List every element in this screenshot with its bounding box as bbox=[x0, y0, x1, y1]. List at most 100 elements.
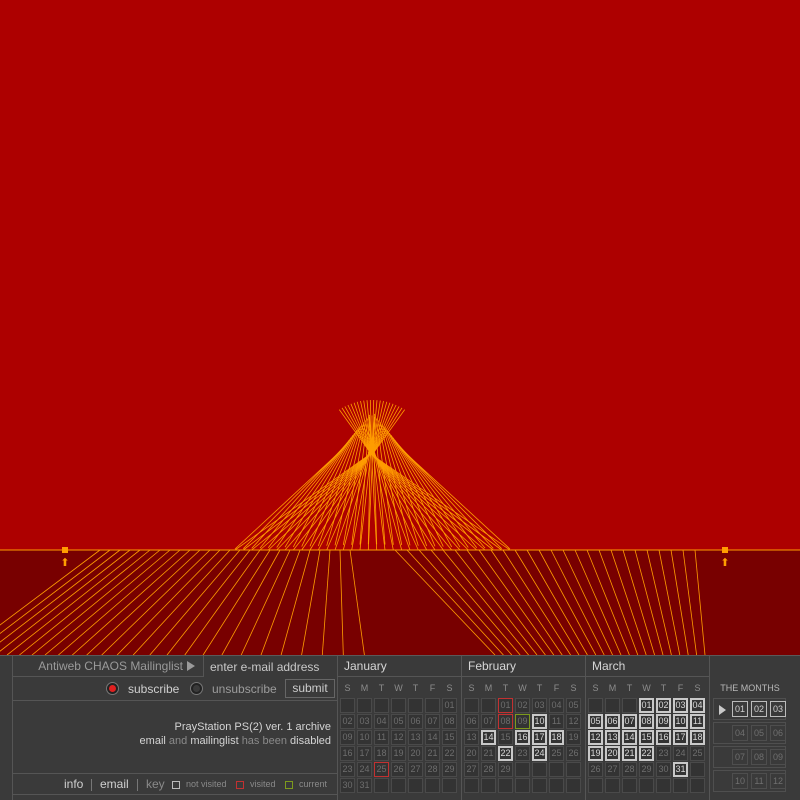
calendar-day[interactable]: 09 bbox=[656, 714, 671, 729]
month-cell[interactable]: 09 bbox=[770, 749, 786, 765]
subscribe-radio[interactable] bbox=[106, 682, 119, 695]
calendar-day[interactable]: 25 bbox=[690, 746, 705, 761]
calendar-day[interactable]: 15 bbox=[498, 730, 513, 745]
calendar-day[interactable]: 01 bbox=[639, 698, 654, 713]
calendar-day[interactable]: 08 bbox=[498, 714, 513, 729]
calendar-day[interactable]: 28 bbox=[481, 762, 496, 777]
submit-button[interactable]: submit bbox=[285, 679, 335, 698]
calendar-day[interactable]: 10 bbox=[532, 714, 547, 729]
calendar-day[interactable]: 12 bbox=[566, 714, 581, 729]
calendar-day[interactable]: 06 bbox=[464, 714, 479, 729]
calendar-day[interactable]: 02 bbox=[515, 698, 530, 713]
calendar-day[interactable]: 11 bbox=[374, 730, 389, 745]
calendar-day[interactable]: 17 bbox=[673, 730, 688, 745]
calendar-day[interactable]: 14 bbox=[425, 730, 440, 745]
calendar-day[interactable]: 26 bbox=[566, 746, 581, 761]
calendar-day[interactable]: 02 bbox=[340, 714, 355, 729]
calendar-day[interactable]: 20 bbox=[464, 746, 479, 761]
calendar-day[interactable]: 23 bbox=[340, 762, 355, 777]
calendar-day[interactable]: 21 bbox=[622, 746, 637, 761]
calendar-day[interactable]: 11 bbox=[690, 714, 705, 729]
calendar-day[interactable]: 03 bbox=[673, 698, 688, 713]
calendar-day[interactable]: 22 bbox=[442, 746, 457, 761]
calendar-day[interactable]: 13 bbox=[408, 730, 423, 745]
calendar-day[interactable]: 29 bbox=[639, 762, 654, 777]
calendar-day[interactable]: 13 bbox=[464, 730, 479, 745]
calendar-day[interactable]: 26 bbox=[588, 762, 603, 777]
arrow-up-icon[interactable]: ⬆ bbox=[719, 558, 731, 569]
calendar-day[interactable]: 21 bbox=[425, 746, 440, 761]
month-cell[interactable]: 11 bbox=[751, 773, 767, 789]
calendar-day[interactable]: 10 bbox=[357, 730, 372, 745]
calendar-day[interactable]: 29 bbox=[442, 762, 457, 777]
calendar-day[interactable]: 03 bbox=[532, 698, 547, 713]
calendar-day[interactable]: 02 bbox=[656, 698, 671, 713]
calendar-day[interactable]: 31 bbox=[357, 778, 372, 793]
calendar-day[interactable]: 19 bbox=[566, 730, 581, 745]
calendar-day[interactable]: 15 bbox=[442, 730, 457, 745]
month-cell[interactable]: 07 bbox=[732, 749, 748, 765]
calendar-day[interactable]: 08 bbox=[639, 714, 654, 729]
calendar-day[interactable]: 09 bbox=[515, 714, 530, 729]
calendar-day[interactable]: 05 bbox=[391, 714, 406, 729]
calendar-day[interactable]: 30 bbox=[340, 778, 355, 793]
month-cell[interactable]: 01 bbox=[732, 701, 748, 717]
calendar-day[interactable]: 25 bbox=[549, 746, 564, 761]
calendar-day[interactable]: 03 bbox=[357, 714, 372, 729]
calendar-day[interactable]: 08 bbox=[442, 714, 457, 729]
calendar-day[interactable]: 28 bbox=[622, 762, 637, 777]
calendar-day[interactable]: 14 bbox=[622, 730, 637, 745]
month-cell[interactable]: 05 bbox=[751, 725, 767, 741]
calendar-day[interactable]: 10 bbox=[673, 714, 688, 729]
calendar-day[interactable]: 07 bbox=[622, 714, 637, 729]
calendar-day[interactable]: 01 bbox=[498, 698, 513, 713]
calendar-day[interactable]: 26 bbox=[391, 762, 406, 777]
month-cell[interactable]: 06 bbox=[770, 725, 786, 741]
calendar-day[interactable]: 04 bbox=[690, 698, 705, 713]
calendar-day[interactable]: 16 bbox=[515, 730, 530, 745]
calendar-day[interactable]: 05 bbox=[566, 698, 581, 713]
calendar-day[interactable]: 22 bbox=[498, 746, 513, 761]
calendar-day[interactable]: 24 bbox=[532, 746, 547, 761]
calendar-day[interactable]: 04 bbox=[374, 714, 389, 729]
calendar-day[interactable]: 17 bbox=[357, 746, 372, 761]
calendar-day[interactable]: 06 bbox=[408, 714, 423, 729]
month-cell[interactable]: 03 bbox=[770, 701, 786, 717]
calendar-day[interactable]: 21 bbox=[481, 746, 496, 761]
calendar-day[interactable]: 27 bbox=[605, 762, 620, 777]
calendar-day[interactable]: 23 bbox=[656, 746, 671, 761]
arrow-up-icon[interactable]: ⬆ bbox=[59, 558, 71, 569]
unsubscribe-label[interactable]: unsubscribe bbox=[212, 677, 277, 701]
calendar-day[interactable]: 13 bbox=[605, 730, 620, 745]
calendar-day[interactable]: 27 bbox=[408, 762, 423, 777]
info-link[interactable]: info bbox=[64, 774, 83, 795]
month-cell[interactable]: 08 bbox=[751, 749, 767, 765]
calendar-day[interactable]: 31 bbox=[673, 762, 688, 777]
calendar-day[interactable]: 24 bbox=[357, 762, 372, 777]
calendar-day[interactable]: 16 bbox=[340, 746, 355, 761]
calendar-day[interactable]: 27 bbox=[464, 762, 479, 777]
calendar-day[interactable]: 22 bbox=[639, 746, 654, 761]
calendar-day[interactable]: 18 bbox=[549, 730, 564, 745]
calendar-day[interactable]: 17 bbox=[532, 730, 547, 745]
calendar-day[interactable]: 07 bbox=[425, 714, 440, 729]
calendar-day[interactable]: 20 bbox=[408, 746, 423, 761]
calendar-day[interactable]: 25 bbox=[374, 762, 389, 777]
calendar-day[interactable]: 06 bbox=[605, 714, 620, 729]
calendar-day[interactable]: 20 bbox=[605, 746, 620, 761]
email-link[interactable]: email bbox=[100, 774, 129, 795]
calendar-day[interactable]: 07 bbox=[481, 714, 496, 729]
calendar-day[interactable]: 18 bbox=[374, 746, 389, 761]
month-cell[interactable]: 12 bbox=[770, 773, 786, 789]
calendar-day[interactable]: 23 bbox=[515, 746, 530, 761]
calendar-day[interactable]: 18 bbox=[690, 730, 705, 745]
calendar-day[interactable]: 29 bbox=[498, 762, 513, 777]
calendar-day[interactable]: 12 bbox=[588, 730, 603, 745]
calendar-day[interactable]: 24 bbox=[673, 746, 688, 761]
unsubscribe-radio[interactable] bbox=[190, 682, 203, 695]
calendar-day[interactable]: 19 bbox=[588, 746, 603, 761]
month-cell[interactable]: 02 bbox=[751, 701, 767, 717]
calendar-day[interactable]: 30 bbox=[656, 762, 671, 777]
calendar-day[interactable]: 16 bbox=[656, 730, 671, 745]
calendar-day[interactable]: 28 bbox=[425, 762, 440, 777]
